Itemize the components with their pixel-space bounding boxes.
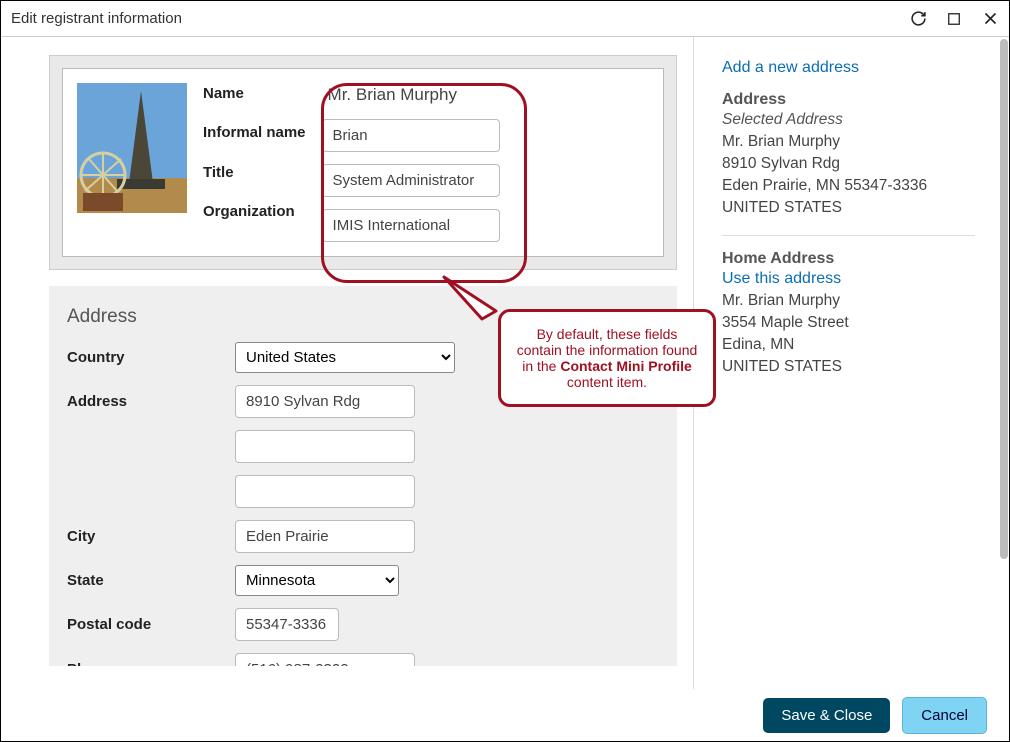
avatar bbox=[77, 83, 187, 213]
address-block-head: Home Address bbox=[722, 250, 975, 268]
titlebar: Edit registrant information bbox=[1, 1, 1009, 37]
address-line3-input[interactable] bbox=[235, 475, 415, 508]
label-city: City bbox=[67, 528, 235, 545]
profile-field-inputs: Mr. Brian Murphy bbox=[322, 83, 500, 242]
address-line: 8910 Sylvan Rdg bbox=[722, 153, 975, 175]
address-line: Mr. Brian Murphy bbox=[722, 290, 975, 312]
address-line: Mr. Brian Murphy bbox=[722, 131, 975, 153]
profile-card-outer: Name Informal name Title Organization Mr… bbox=[49, 55, 677, 270]
title-input[interactable] bbox=[322, 164, 500, 197]
informal-name-input[interactable] bbox=[322, 119, 500, 152]
refresh-icon[interactable] bbox=[909, 10, 927, 28]
address-line1-input[interactable] bbox=[235, 385, 415, 418]
footer-buttons: Save & Close Cancel bbox=[741, 689, 1009, 741]
address-block-subtitle: Selected Address bbox=[722, 111, 975, 129]
address-line: 3554 Maple Street bbox=[722, 312, 975, 334]
label-title: Title bbox=[203, 164, 306, 181]
address-line: UNITED STATES bbox=[722, 356, 975, 378]
city-input[interactable] bbox=[235, 520, 415, 553]
window-title: Edit registrant information bbox=[11, 10, 909, 27]
organization-input[interactable] bbox=[322, 209, 500, 242]
profile-card: Name Informal name Title Organization Mr… bbox=[62, 68, 664, 257]
address-block-head: Address bbox=[722, 91, 975, 109]
label-state: State bbox=[67, 572, 235, 589]
close-icon[interactable] bbox=[981, 10, 999, 28]
label-phone: Phone bbox=[67, 661, 235, 666]
use-address-link[interactable]: Use this address bbox=[722, 270, 841, 288]
label-informal-name: Informal name bbox=[203, 124, 306, 142]
scrollbar[interactable] bbox=[998, 39, 1008, 687]
profile-field-labels: Name Informal name Title Organization bbox=[203, 83, 306, 242]
maximize-icon[interactable] bbox=[945, 10, 963, 28]
address-block-home: Home Address Use this address Mr. Brian … bbox=[722, 250, 975, 394]
label-country: Country bbox=[67, 349, 235, 366]
address-line: UNITED STATES bbox=[722, 197, 975, 219]
address-sidebar: Add a new address Address Selected Addre… bbox=[693, 37, 993, 689]
label-name: Name bbox=[203, 85, 306, 102]
add-address-link[interactable]: Add a new address bbox=[722, 59, 859, 77]
titlebar-controls bbox=[909, 10, 999, 28]
address-block-selected: Address Selected Address Mr. Brian Murph… bbox=[722, 91, 975, 236]
label-organization: Organization bbox=[203, 203, 306, 220]
label-address: Address bbox=[67, 393, 235, 410]
name-display: Mr. Brian Murphy bbox=[322, 83, 500, 107]
cancel-button[interactable]: Cancel bbox=[902, 697, 987, 734]
state-select[interactable]: Minnesota bbox=[235, 565, 399, 596]
country-select[interactable]: United States bbox=[235, 342, 455, 373]
label-postal: Postal code bbox=[67, 616, 235, 633]
address-line2-input[interactable] bbox=[235, 430, 415, 463]
save-close-button[interactable]: Save & Close bbox=[763, 698, 890, 733]
phone-input[interactable] bbox=[235, 653, 415, 666]
postal-input[interactable] bbox=[235, 608, 339, 641]
annotation-callout: By default, these fields contain the inf… bbox=[498, 309, 716, 407]
address-line: Edina, MN bbox=[722, 334, 975, 356]
address-line: Eden Prairie, MN 55347-3336 bbox=[722, 175, 975, 197]
